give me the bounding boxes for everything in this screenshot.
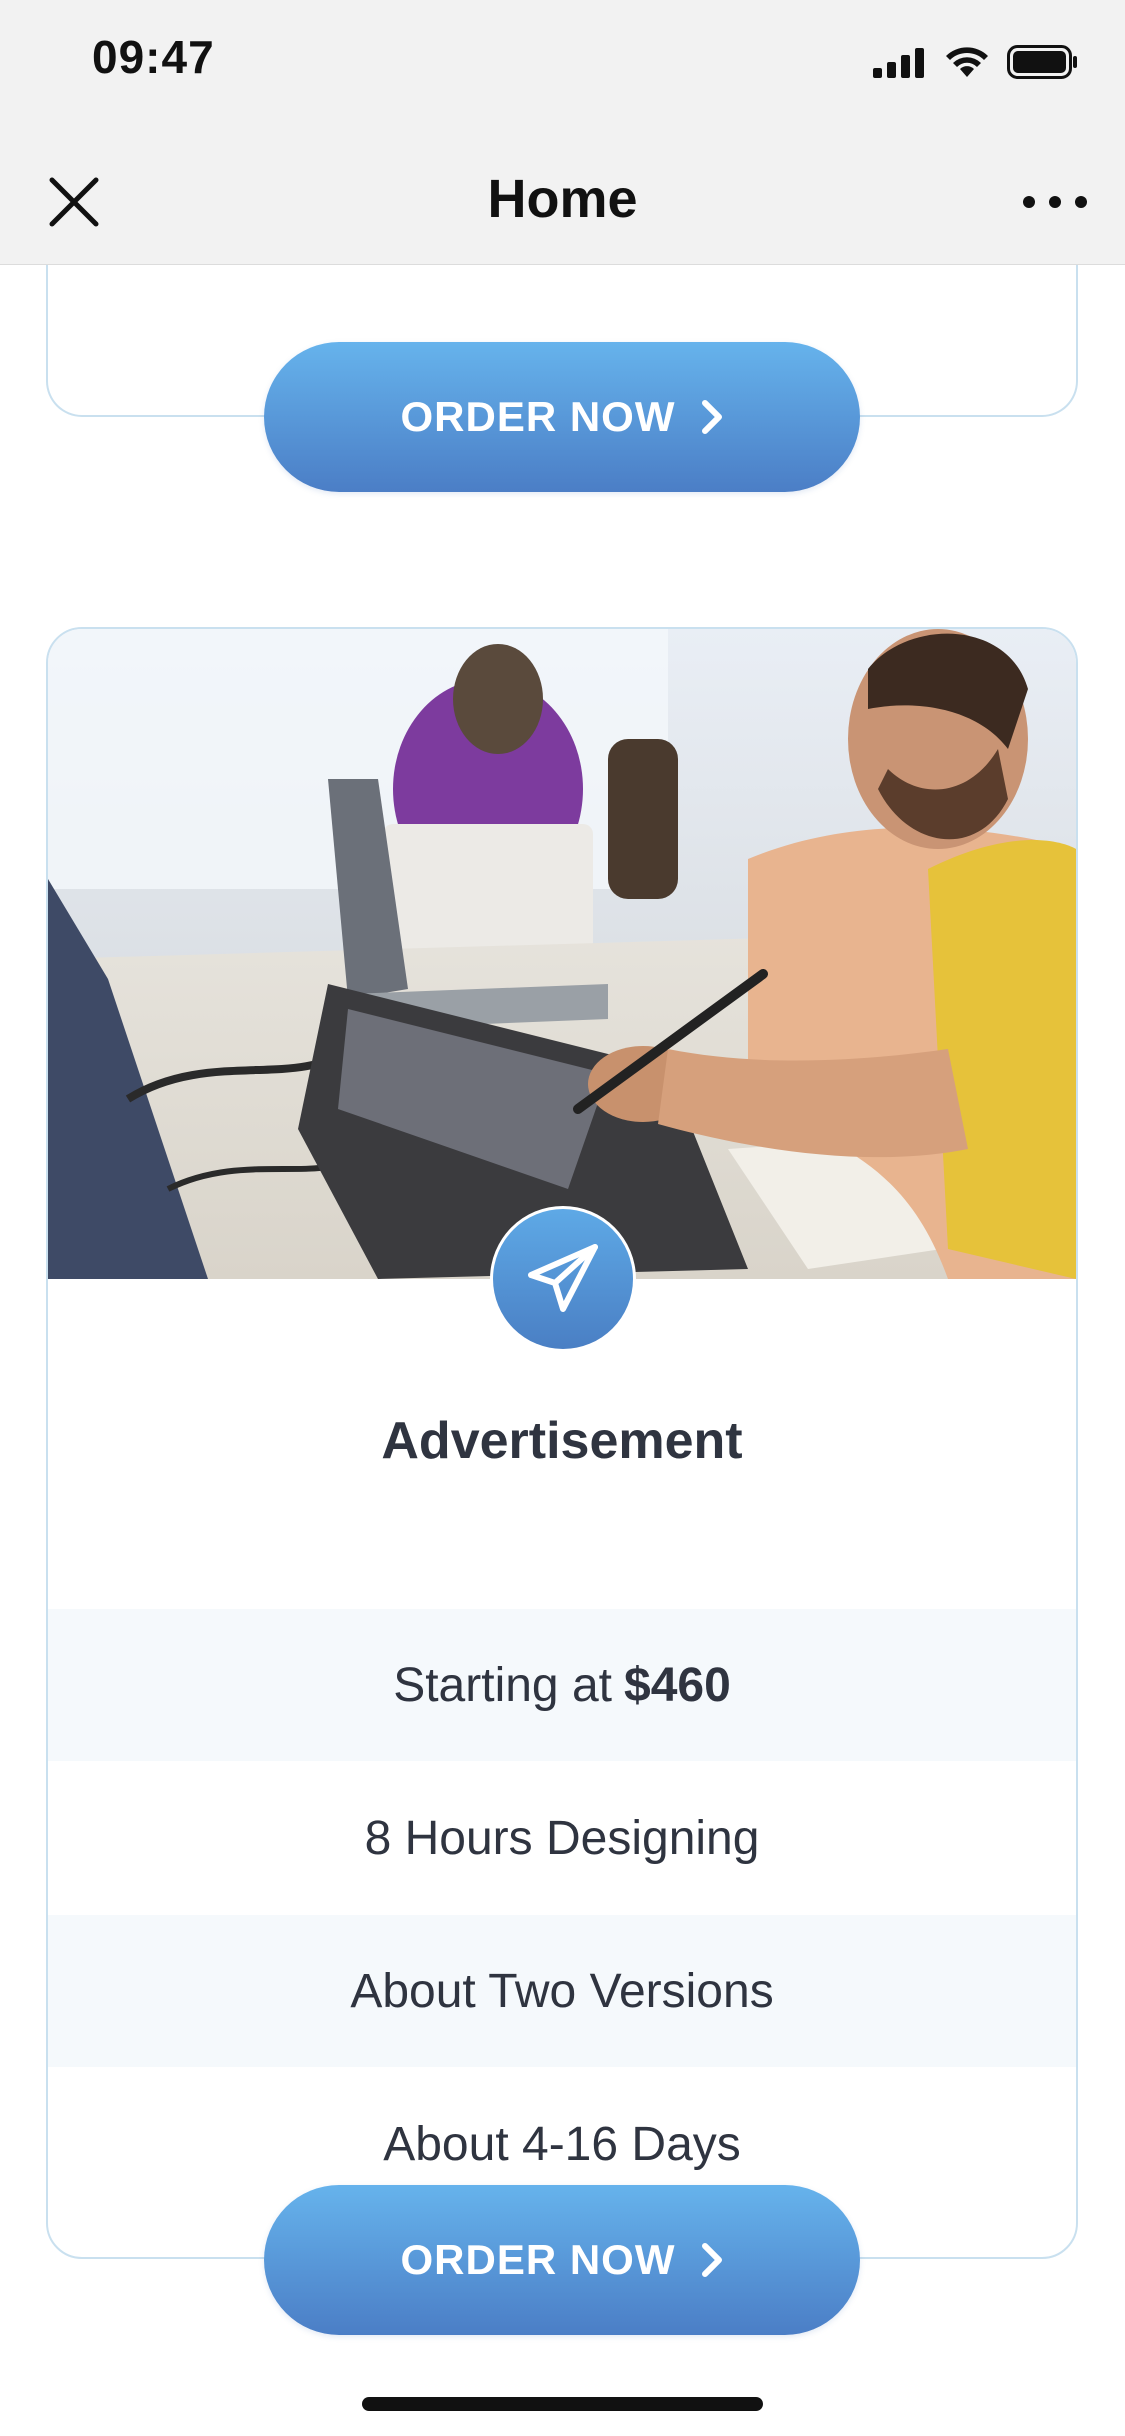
more-button[interactable]	[1015, 172, 1095, 232]
price-prefix: Starting at	[393, 1658, 612, 1712]
status-icons	[871, 44, 1079, 80]
paper-plane-icon	[528, 1244, 598, 1312]
advertisement-package-card: Advertisement Starting at $460 8 Hours D…	[46, 627, 1078, 2259]
page-title: Home	[487, 169, 638, 229]
status-bar: 09:47	[0, 0, 1125, 132]
feature-row: 8 Hours Designing	[48, 1762, 1076, 1914]
chevron-right-icon	[700, 399, 724, 435]
feature-row: About Two Versions	[48, 1915, 1076, 2067]
feature-text: About Two Versions	[350, 1964, 774, 2018]
status-time: 09:47	[92, 31, 215, 83]
battery-icon	[1007, 45, 1077, 79]
order-now-label: ORDER NOW	[400, 2236, 676, 2283]
nav-bar: Home	[0, 132, 1125, 265]
more-icon	[1023, 196, 1087, 208]
designer-photo	[48, 629, 1076, 1279]
wifi-icon	[946, 47, 988, 77]
card-icon-circle	[493, 1209, 633, 1349]
content-scroll[interactable]: ORDER NOW Advertisement Starting at $460…	[0, 265, 1125, 2436]
order-now-button-previous[interactable]: ORDER NOW	[264, 342, 860, 492]
feature-text: 8 Hours Designing	[364, 1811, 760, 1865]
price-row: Starting at $460	[48, 1609, 1076, 1761]
card-title: Advertisement	[381, 1412, 743, 1470]
signal-icon	[873, 48, 924, 78]
card-icon-badge	[490, 1206, 636, 1352]
order-now-button[interactable]: ORDER NOW	[264, 2185, 860, 2335]
chevron-right-icon	[700, 2242, 724, 2278]
price-value: $460	[624, 1658, 731, 1712]
feature-text: About 4-16 Days	[383, 2117, 741, 2171]
home-indicator[interactable]	[362, 2397, 763, 2411]
order-now-label: ORDER NOW	[400, 393, 676, 440]
